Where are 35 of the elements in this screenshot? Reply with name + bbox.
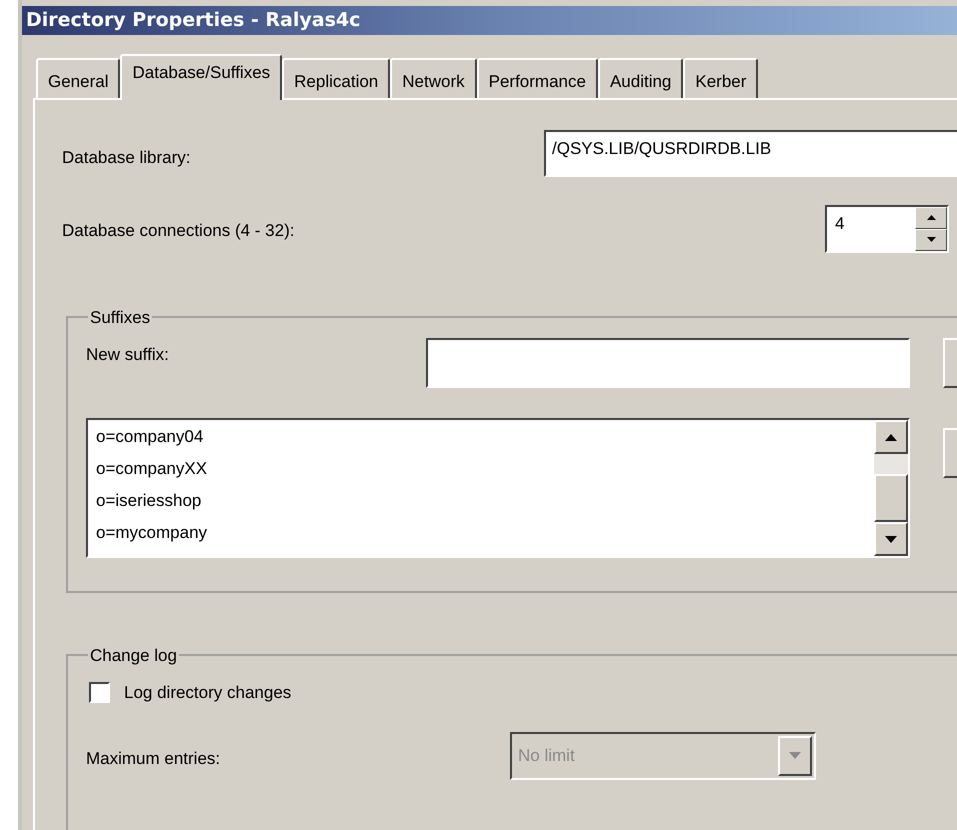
new-suffix-field[interactable]	[426, 338, 910, 388]
scroll-up-button[interactable]	[874, 420, 908, 454]
spinner-field[interactable]: 4	[825, 204, 949, 252]
checkbox[interactable]	[89, 682, 110, 704]
tab[interactable]: Replication	[282, 58, 390, 98]
tab[interactable]: Network	[390, 58, 477, 98]
tab[interactable]: Database/Suffixes	[120, 54, 282, 100]
list-item[interactable]: o=company04	[96, 421, 204, 453]
scroll-thumb[interactable]	[874, 474, 908, 522]
group-title: Suffixes	[89, 306, 152, 328]
database-library-field[interactable]: /QSYS.LIB/QUSRDIRDB.LIB	[544, 130, 957, 176]
up-arrow-icon	[885, 434, 897, 440]
tab[interactable]: Kerber	[683, 58, 758, 98]
field-label: New suffix:	[86, 344, 170, 366]
down-arrow-icon	[789, 752, 801, 759]
checkbox-label: Log directory changes	[124, 682, 292, 704]
field-label: Database connections (4 - 32):	[62, 220, 296, 242]
down-arrow-icon	[885, 536, 897, 542]
up-arrow-icon	[926, 215, 936, 220]
spin-up-button[interactable]	[915, 206, 947, 228]
tab[interactable]: General	[36, 58, 120, 98]
down-arrow-icon	[926, 237, 936, 242]
tab[interactable]: Performance	[476, 58, 598, 98]
field-label: Maximum entries:	[86, 748, 222, 770]
group-title: Change log	[89, 644, 178, 666]
spin-down-button[interactable]	[915, 228, 947, 250]
suffix-list[interactable]: o=company04 o=companyXX o=iseriesshop o=mycompany	[86, 418, 910, 558]
list-item[interactable]: o=mycompany	[96, 517, 208, 549]
field-label: Database library:	[62, 147, 192, 170]
list-item[interactable]: o=iseriesshop	[96, 485, 202, 517]
window-title: Directory Properties - Ralyas4c	[26, 8, 360, 33]
tab[interactable]: Auditing	[598, 58, 684, 98]
scroll-down-button[interactable]	[874, 522, 908, 556]
scroll-bar[interactable]	[874, 420, 908, 556]
list-item[interactable]: o=companyXX	[96, 453, 208, 485]
